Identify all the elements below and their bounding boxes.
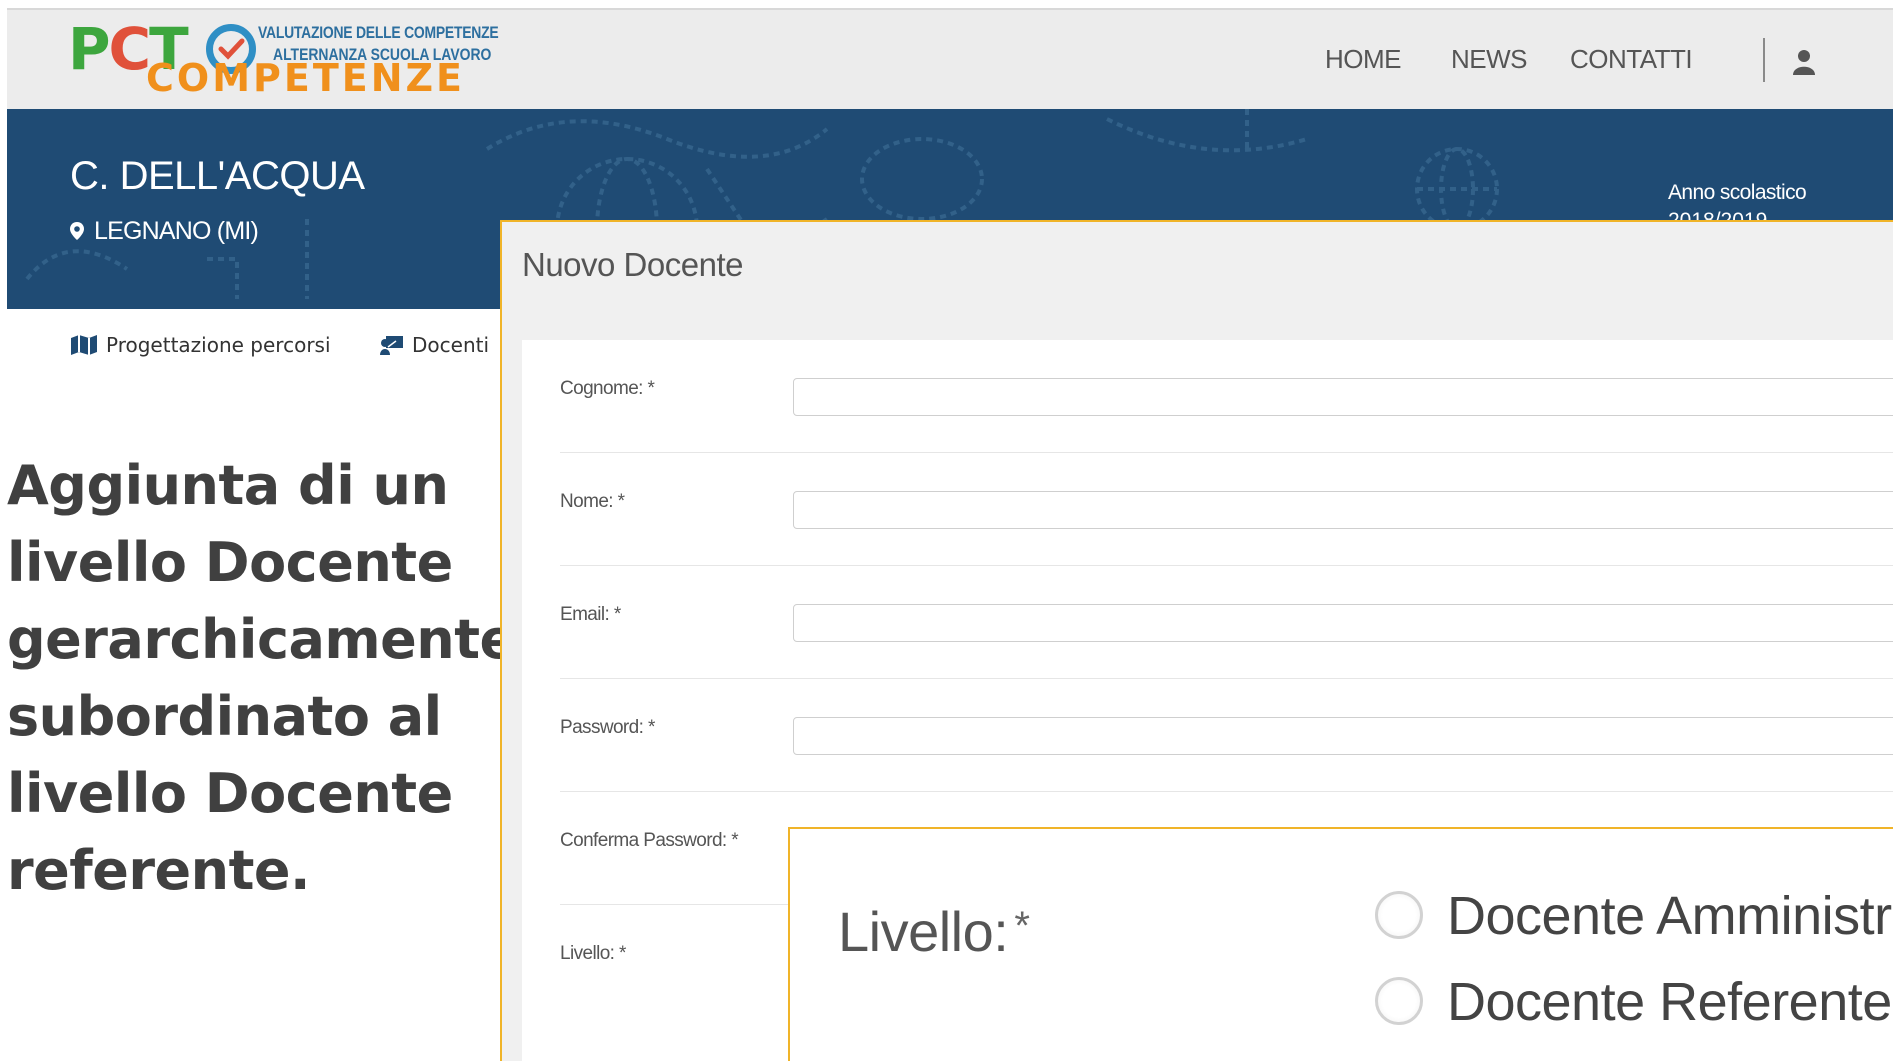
- password-label: Password: *: [560, 717, 655, 738]
- password-input[interactable]: [793, 717, 1893, 755]
- nome-input[interactable]: [793, 491, 1893, 529]
- livello-label: Livello: *: [560, 943, 626, 964]
- livello-zoom-label: Livello: *: [838, 900, 1030, 963]
- school-name: C. DELL'ACQUA: [70, 154, 365, 198]
- map-marker-icon: [70, 218, 84, 240]
- slide-caption: Aggiunta di un livello Docente gerarchic…: [7, 454, 516, 902]
- email-label: Email: *: [560, 604, 621, 625]
- anno-scolastico-label: Anno scolastico: [1668, 181, 1807, 204]
- subnav-progettazione-label: Progettazione percorsi: [106, 333, 331, 357]
- pcto-logo[interactable]: PCT VALUTAZIONE DELLE COMPETENZE ALTERNA…: [68, 18, 518, 98]
- form-row-password: Password: *: [560, 679, 1893, 792]
- subnav-docenti[interactable]: Docenti: [380, 333, 489, 360]
- livello-zoom-callout: Livello: * Docente Amministra Docente Ref…: [788, 827, 1893, 1061]
- radio-label: Docente Referente: [1447, 972, 1892, 1032]
- radio-button[interactable]: [1375, 891, 1423, 939]
- user-icon[interactable]: [1793, 49, 1815, 75]
- radio-label: Docente Amministra: [1447, 886, 1893, 946]
- nav-contatti[interactable]: CONTATTI: [1570, 44, 1693, 75]
- form-row-cognome: Cognome: *: [560, 340, 1893, 453]
- map-icon: [70, 335, 98, 360]
- subnav-docenti-label: Docenti: [412, 333, 490, 357]
- modal-title: Nuovo Docente: [522, 246, 743, 283]
- nav-home[interactable]: HOME: [1325, 44, 1402, 75]
- cognome-label: Cognome: *: [560, 378, 655, 399]
- nome-label: Nome: *: [560, 491, 625, 512]
- teacher-icon: [380, 335, 404, 360]
- school-location: LEGNANO (MI): [70, 217, 259, 246]
- form-row-email: Email: *: [560, 566, 1893, 679]
- email-input[interactable]: [793, 604, 1893, 642]
- form-row-nome: Nome: *: [560, 453, 1893, 566]
- nav-news[interactable]: NEWS: [1451, 44, 1528, 75]
- logo-competenze: COMPETENZE: [146, 56, 466, 100]
- subnav-progettazione[interactable]: Progettazione percorsi: [70, 333, 331, 360]
- cognome-input[interactable]: [793, 378, 1893, 416]
- radio-button[interactable]: [1375, 977, 1423, 1025]
- logo-tagline-1: VALUTAZIONE DELLE COMPETENZE: [258, 23, 499, 42]
- location-text: LEGNANO (MI): [94, 217, 259, 245]
- conferma-password-label: Conferma Password: *: [560, 830, 739, 851]
- nav-separator: [1763, 38, 1765, 82]
